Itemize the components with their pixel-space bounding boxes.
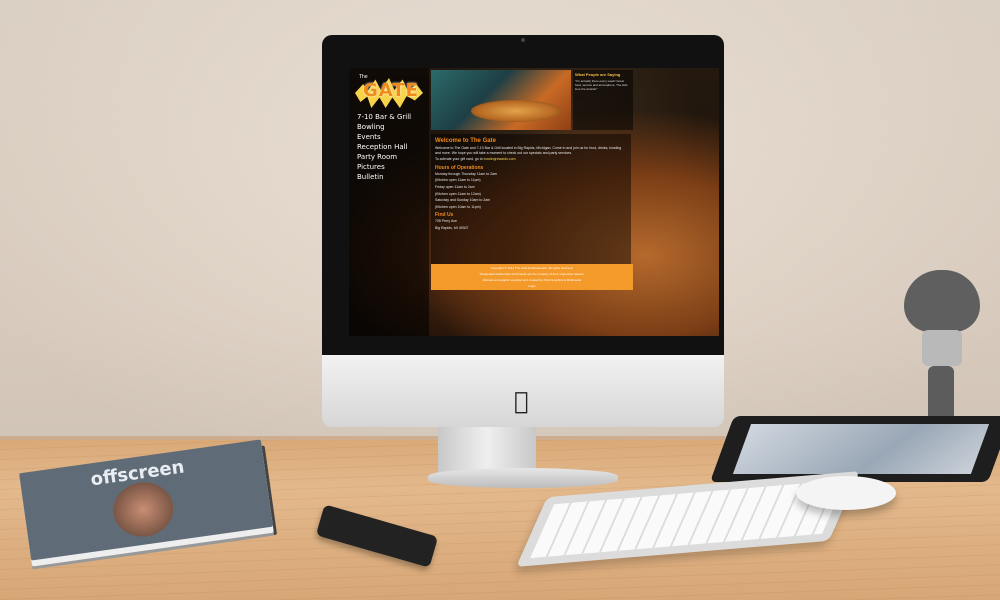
imac-foot bbox=[428, 468, 618, 488]
nav-item-reception-hall[interactable]: Reception Hall bbox=[357, 142, 411, 152]
welcome-text: Welcome to The Gate and 7-10 Bar & Grill… bbox=[435, 146, 622, 155]
hours-line: Saturday and Sunday 10am to 2am bbox=[435, 198, 491, 203]
footer-login-link[interactable]: Login bbox=[431, 284, 633, 288]
apple-logo-icon:  bbox=[514, 387, 528, 415]
address-line: 705 Perry Ave bbox=[435, 219, 457, 224]
website-screen: The GATE 7-10 Bar & Grill Bowling Events… bbox=[349, 68, 719, 336]
camera-icon bbox=[521, 38, 525, 42]
hours-line: Friday open 11am to 2am bbox=[435, 184, 475, 189]
nav-item-events[interactable]: Events bbox=[357, 132, 411, 142]
welcome-heading: Welcome to The Gate bbox=[435, 138, 496, 144]
site-logo[interactable]: The GATE bbox=[355, 74, 423, 108]
gift-card-line: To activate your gift card, go to bowlin… bbox=[435, 157, 627, 162]
testimonial-text: "I'm actually there every week! Great fo… bbox=[575, 79, 628, 91]
main-content: Welcome to The Gate Welcome to The Gate … bbox=[431, 134, 631, 264]
gift-card-link[interactable]: bowlingrewards.com bbox=[484, 157, 516, 161]
logo-text: GATE bbox=[363, 80, 419, 101]
magic-mouse bbox=[796, 476, 896, 510]
hero-image bbox=[431, 70, 571, 130]
site-footer: Copyright © 2014 The Gate Entertainment.… bbox=[431, 264, 633, 290]
pizza-image bbox=[471, 100, 561, 122]
footer-trademark: Designated trademarks and brands are the… bbox=[479, 272, 585, 276]
imac:  The GATE 7-10 Bar & Grill Bowling Even… bbox=[322, 35, 724, 427]
nav-item-pictures[interactable]: Pictures bbox=[357, 162, 411, 172]
address-line: Big Rapids, MI 49307 bbox=[435, 225, 469, 230]
imac-stand bbox=[438, 425, 536, 473]
magazine-portrait bbox=[109, 478, 177, 541]
nav-item-party-room[interactable]: Party Room bbox=[357, 152, 411, 162]
nav-item-bulletin[interactable]: Bulletin bbox=[357, 172, 411, 182]
site-nav: The GATE 7-10 Bar & Grill Bowling Events… bbox=[349, 68, 429, 336]
tablet-screen bbox=[732, 424, 990, 474]
find-us-heading: Find Us bbox=[435, 212, 454, 219]
hours-line: (Kitchen open 11am to 12am) bbox=[435, 191, 481, 196]
desk-lamp-head bbox=[904, 270, 980, 332]
nav-item-bar-grill[interactable]: 7-10 Bar & Grill bbox=[357, 112, 411, 122]
hours-line: Monday through Thursday 11am to 2am bbox=[435, 171, 497, 176]
nav-item-bowling[interactable]: Bowling bbox=[357, 122, 411, 132]
hours-heading: Hours of Operations bbox=[435, 164, 484, 171]
hours-line: (Kitchen open 11am to 11pm) bbox=[435, 178, 481, 183]
footer-credit: Website and graphic supplied and created… bbox=[482, 278, 582, 282]
footer-copyright: Copyright © 2014 The Gate Entertainment.… bbox=[490, 266, 574, 270]
testimonial-title: What People are Saying bbox=[575, 72, 621, 77]
gift-card-text: To activate your gift card, go to bbox=[435, 157, 483, 162]
desk-lamp-collar bbox=[922, 330, 962, 366]
testimonial-box: What People are Saying "I'm actually the… bbox=[573, 70, 633, 130]
hours-line: (Kitchen open 10am to 11pm) bbox=[435, 204, 481, 209]
